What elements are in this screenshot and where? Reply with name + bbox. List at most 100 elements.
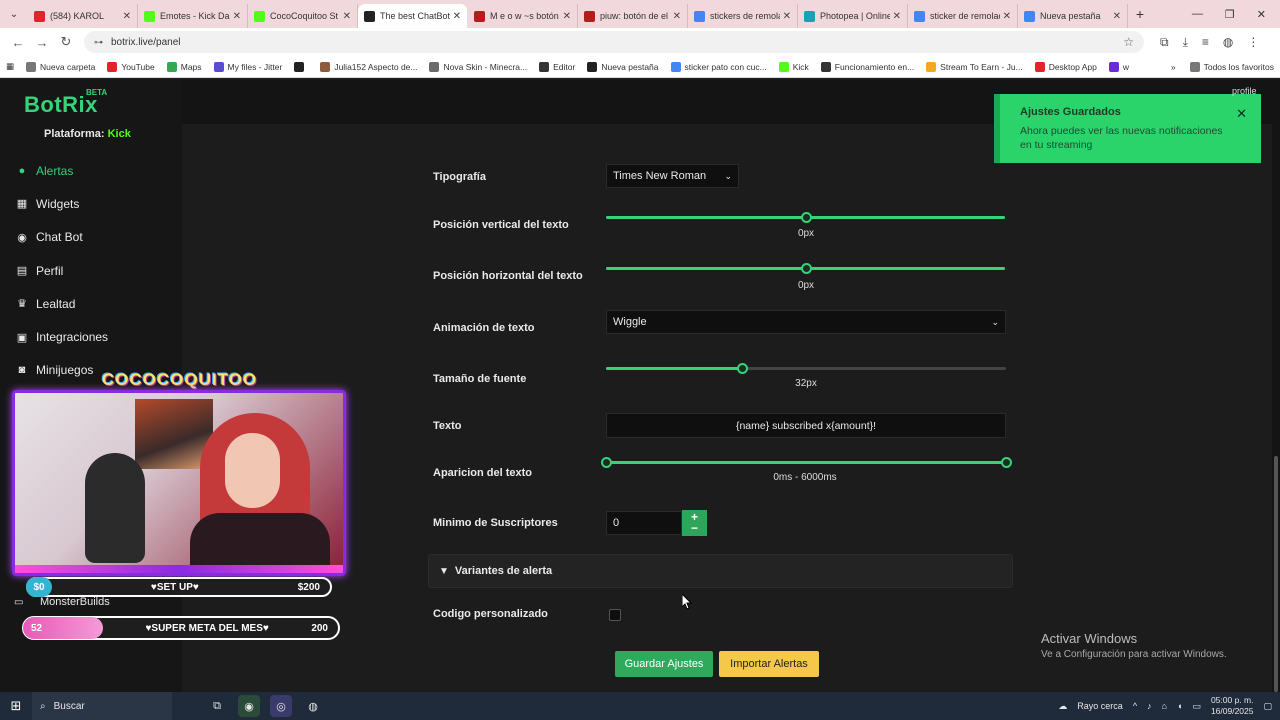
taskbar-search[interactable]: ⌕ Buscar [32,692,172,720]
close-tab-icon[interactable]: ✕ [1003,11,1011,22]
typography-select[interactable]: Times New Roman ⌄ [606,164,739,188]
sidebar-item-minijuegos[interactable]: ◙ Minijuegos [14,354,108,387]
bookmark-item[interactable]: Desktop App [1034,61,1097,72]
font-size-slider[interactable] [606,363,1006,374]
vpos-slider[interactable] [606,212,1005,223]
close-tab-icon[interactable]: ✕ [893,11,901,22]
browser-tab[interactable]: Emotes - Kick Da ✕ [138,4,248,28]
network-icon[interactable]: ⌂ [1162,701,1167,711]
chrome-icon[interactable]: ◉ [238,695,260,717]
profile-link[interactable]: profile [1232,86,1257,96]
bookmark-star-icon[interactable]: ☆ [1123,35,1134,49]
browser-tab[interactable]: Photopea | Online ✕ [798,4,908,28]
weather-label[interactable]: Rayo cerca [1077,701,1123,711]
min-subs-input[interactable]: 0 [606,511,682,535]
alert-variants-accordion[interactable]: ▼ Variantes de alerta [428,554,1013,588]
tray-chevron-icon[interactable]: ^ [1133,701,1137,711]
bookmark-item[interactable]: Stream To Earn - Ju... [926,61,1023,72]
chevron-right-icon[interactable]: » [1171,62,1176,72]
close-tab-icon[interactable]: ✕ [563,11,571,22]
site-info-icon[interactable]: ⊶ [94,37,103,48]
scrollbar-thumb[interactable] [1274,456,1278,692]
min-subs-stepper[interactable]: + − [682,510,707,536]
bookmark-item[interactable]: sticker pato con cuc... [670,61,767,72]
close-tab-icon[interactable]: ✕ [453,11,461,22]
sidebar-item-perfil[interactable]: ▤ Perfil [14,254,108,287]
url-input[interactable]: ⊶ botrix.live/panel ☆ [84,31,1144,53]
browser-tab[interactable]: sticker de remolac ✕ [908,4,1018,28]
browser-tab[interactable]: CocoCoquitoo St ✕ [248,4,358,28]
close-tab-icon[interactable]: ✕ [233,11,241,22]
slider-handle[interactable] [800,263,812,274]
range-start-handle[interactable] [601,457,612,468]
bookmark-item[interactable]: Nova Skin - Minecra... [429,61,527,72]
minus-icon[interactable]: − [691,522,698,534]
close-tab-icon[interactable]: ✕ [123,11,131,22]
slider-handle[interactable] [800,212,812,223]
sidebar-item-integraciones[interactable]: ▣ Integraciones [14,320,108,353]
restore-icon[interactable]: ❐ [1225,8,1235,21]
obs-icon[interactable]: ◍ [302,695,324,717]
bookmark-item[interactable]: w [1108,61,1129,72]
import-alerts-button[interactable]: Importar Alertas [719,651,819,677]
bookmark-item[interactable]: YouTube [107,61,155,72]
task-view-icon[interactable]: ⧉ [206,695,228,717]
all-bookmarks[interactable]: » Todos los favoritos [1171,61,1274,72]
bookmark-item[interactable]: Editor [539,61,575,72]
clock[interactable]: 05:00 p. m. 16/09/2025 [1211,695,1254,717]
sidebar-item-monsterbuilds[interactable]: ▭ MonsterBuilds [14,596,110,608]
reload-icon[interactable]: ↻ [54,34,78,50]
browser-tab[interactable]: (584) KAROL ✕ [28,4,138,28]
close-tab-icon[interactable]: ✕ [673,11,681,22]
windows-start-icon[interactable]: ⊞ [0,698,32,714]
download-icon[interactable]: ⤓ [1183,35,1188,50]
weather-icon[interactable]: ☁ [1058,701,1067,712]
bookmark-item[interactable]: Nueva carpeta [26,61,95,72]
sidebar-item-alertas[interactable]: ● Alertas [14,154,108,187]
close-window-icon[interactable]: ✕ [1257,8,1266,21]
forward-icon[interactable]: → [30,35,54,50]
bookmark-item[interactable] [294,61,308,72]
extensions-icon[interactable]: ⧉ [1160,35,1169,50]
browser-tab[interactable]: piuw: botón de el ✕ [578,4,688,28]
sidebar-item-widgets[interactable]: ▦ Widgets [14,187,108,220]
bookmark-label: Funcionamiento en... [834,61,915,72]
browser-tab[interactable]: stickers de remola ✕ [688,4,798,28]
browser-tab[interactable]: The best ChatBot ✕ [358,4,468,28]
range-end-handle[interactable] [1001,457,1012,468]
keyboard-icon[interactable]: ▭ [1192,701,1201,712]
alert-text-input[interactable]: {name} subscribed x{amount}! [606,413,1006,438]
bookmark-item[interactable]: My files - Jitter [213,61,282,72]
sidebar-item-chat-bot[interactable]: ◉ Chat Bot [14,221,108,254]
custom-code-checkbox[interactable] [609,609,621,621]
avatar[interactable]: ◍ [1223,35,1233,50]
appear-range-slider[interactable] [601,457,1012,468]
new-tab-button[interactable]: + [1128,6,1152,22]
bookmark-item[interactable]: Julia152 Aspecto de... [320,61,417,72]
volume-icon[interactable]: ◖ [1177,701,1182,711]
bookmark-item[interactable]: Kick [778,61,809,72]
sidebar-item-lealtad[interactable]: ♛ Lealtad [14,287,108,320]
browser-tab[interactable]: M e o w ~s botón ✕ [468,4,578,28]
bookmark-item[interactable]: Maps [166,61,202,72]
notification-icon[interactable]: ▢ [1263,701,1272,712]
close-tab-icon[interactable]: ✕ [783,11,791,22]
apps-icon[interactable]: ▦ [6,61,14,72]
minimize-icon[interactable]: — [1192,8,1203,21]
bookmark-item[interactable]: Funcionamiento en... [820,61,915,72]
animation-select[interactable]: Wiggle ⌄ [606,310,1006,334]
back-icon[interactable]: ← [6,35,30,50]
close-tab-icon[interactable]: ✕ [1113,11,1121,22]
bookmark-item[interactable]: Nueva pestaña [587,61,659,72]
tab-search-button[interactable]: ⌄ [0,0,28,28]
hpos-slider[interactable] [606,263,1005,274]
close-icon[interactable]: ✕ [1236,106,1247,122]
reading-list-icon[interactable]: ≡ [1202,35,1209,50]
slider-handle[interactable] [737,363,748,374]
close-tab-icon[interactable]: ✕ [343,11,351,22]
more-menu-icon[interactable]: ⋮ [1247,35,1259,50]
discord-icon[interactable]: ◎ [270,695,292,717]
browser-tab[interactable]: Nueva pestaña ✕ [1018,4,1128,28]
save-settings-button[interactable]: Guardar Ajustes [615,651,713,677]
mic-icon[interactable]: ♪ [1147,701,1152,711]
